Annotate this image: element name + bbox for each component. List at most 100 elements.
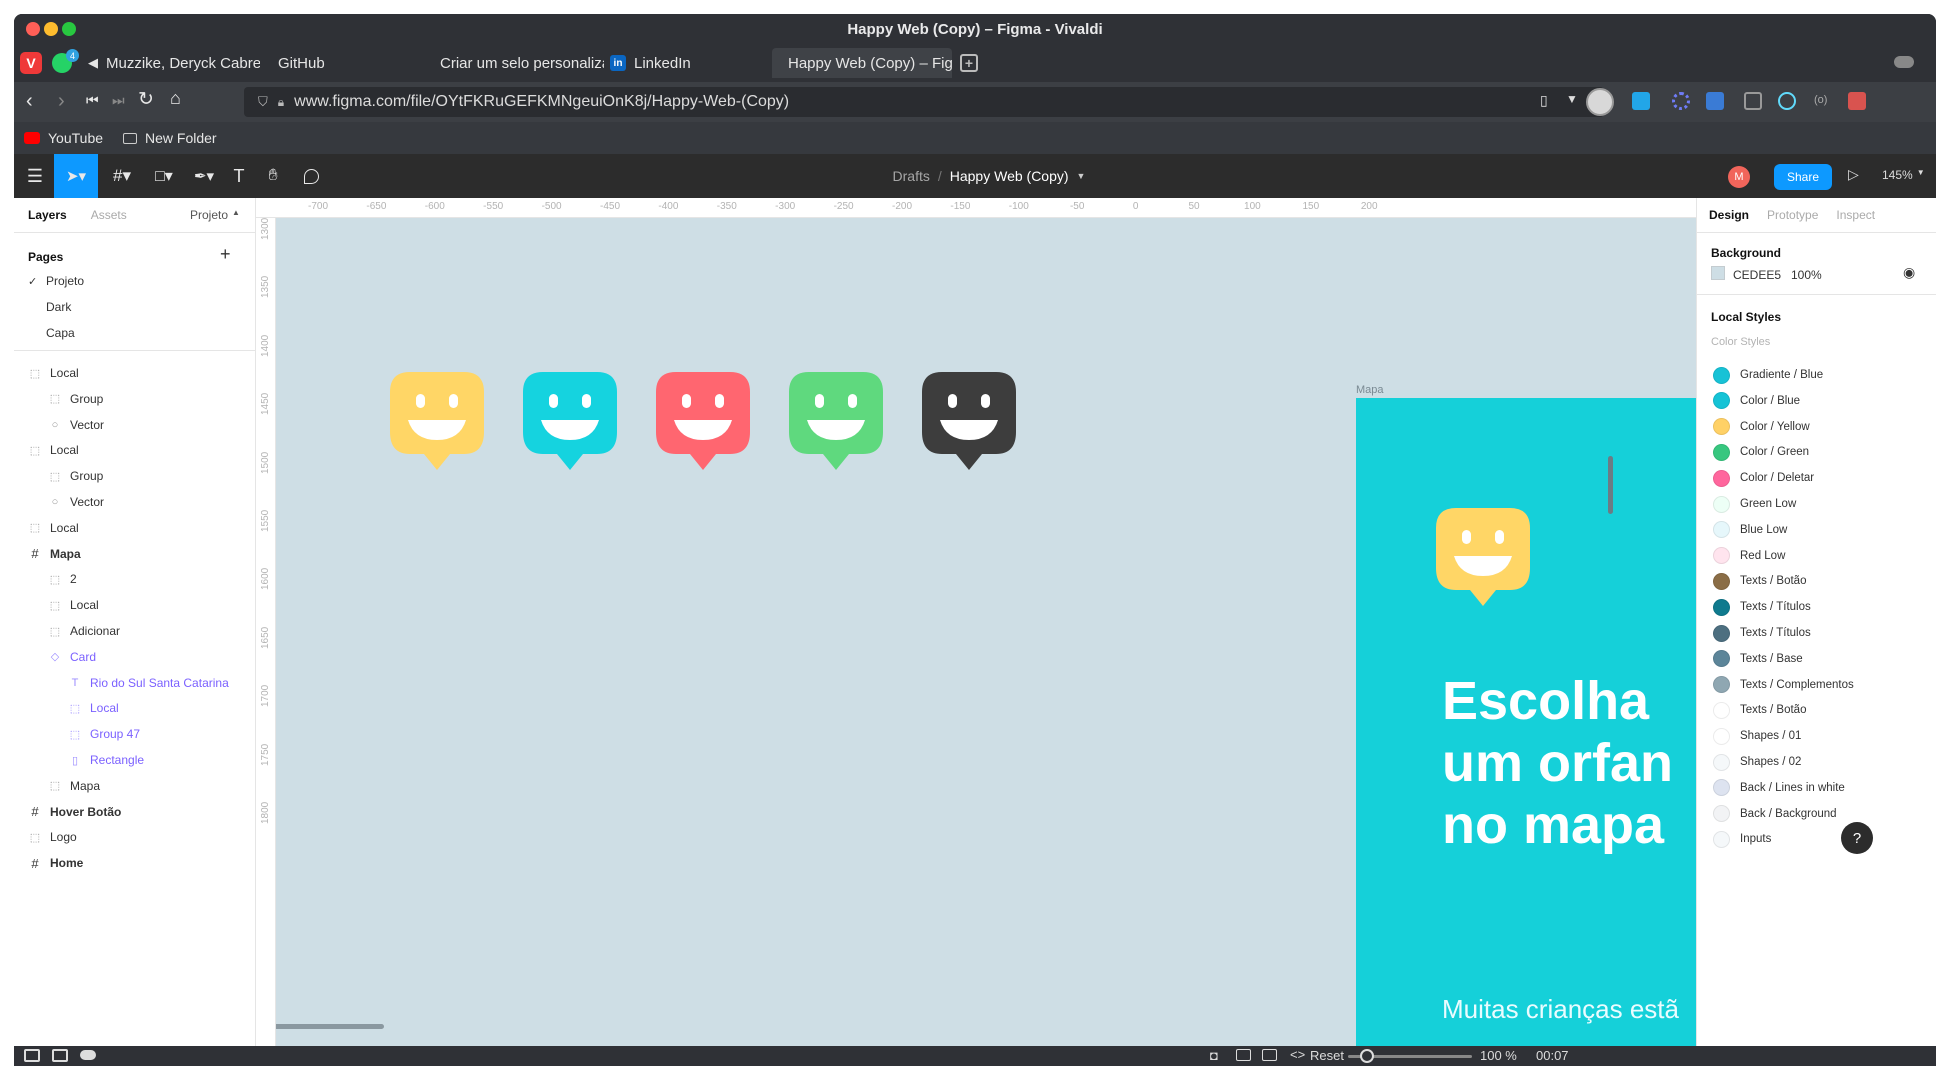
chevron-down-icon[interactable]: ▼ (1077, 171, 1086, 181)
window-icon[interactable] (1236, 1049, 1251, 1061)
bookmark-icon[interactable]: ▯ (1540, 92, 1548, 109)
dropdown-icon[interactable]: ▼ (1566, 92, 1578, 106)
move-tool-button[interactable]: ➤▾ (54, 154, 98, 198)
hand-tool-button[interactable]: ✋︎ (260, 154, 286, 198)
minimize-window-button[interactable] (44, 22, 58, 36)
page-item[interactable]: Capa (14, 320, 256, 346)
layer-row[interactable]: ⬚ 2 (14, 566, 256, 592)
tab-design[interactable]: Design (1709, 208, 1749, 222)
cloud-icon[interactable] (80, 1050, 96, 1060)
smiley-marker-blue[interactable] (523, 372, 617, 476)
layer-row[interactable]: # Mapa (14, 541, 256, 567)
help-button[interactable]: ? (1841, 822, 1873, 854)
image-icon[interactable] (1262, 1049, 1277, 1061)
canvas-vertical-scrollbar[interactable] (1608, 456, 1613, 514)
color-style-item[interactable]: Color / Blue (1713, 390, 1800, 412)
layer-row[interactable]: ○ Vector (14, 412, 256, 438)
smiley-marker-green[interactable] (789, 372, 883, 476)
layer-row[interactable]: ⬚ Group 47 (14, 721, 256, 747)
layer-row[interactable]: ⬚ Adicionar (14, 618, 256, 644)
pen-tool-button[interactable]: ✒▾ (186, 154, 222, 198)
user-avatar[interactable]: M (1728, 166, 1750, 188)
profile-avatar[interactable] (1586, 88, 1614, 116)
color-style-item[interactable]: Red Low (1713, 545, 1785, 567)
layer-row[interactable]: ⬚ Group (14, 463, 256, 489)
zoom-slider-handle[interactable] (1360, 1049, 1374, 1063)
forward-button[interactable]: › (58, 90, 65, 113)
tab-layers[interactable]: Layers (28, 208, 67, 222)
close-window-button[interactable] (26, 22, 40, 36)
layer-row[interactable]: ⬚ Mapa (14, 773, 256, 799)
shape-tool-button[interactable]: □▾ (146, 154, 182, 198)
color-style-item[interactable]: Gradiente / Blue (1713, 364, 1823, 386)
share-button[interactable]: Share (1774, 164, 1832, 190)
color-style-item[interactable]: Texts / Títulos (1713, 596, 1811, 618)
layer-row[interactable]: ⬚ Local (14, 592, 256, 618)
layer-row[interactable]: ⬚ Logo (14, 824, 256, 850)
back-button[interactable]: ‹ (26, 90, 33, 113)
page-dropdown[interactable]: Projeto ▲ (190, 208, 240, 222)
background-hex-input[interactable]: CEDEE5 (1733, 268, 1781, 282)
bookmark-youtube[interactable]: YouTube (24, 130, 103, 146)
mapa-frame[interactable]: Escolha um orfan no mapa Muitas crianças… (1356, 398, 1696, 1046)
tab-criar-selo[interactable]: Criar um selo personalizad (424, 48, 604, 78)
page-item[interactable]: ✓ Projeto (14, 268, 256, 294)
zoom-slider[interactable] (1348, 1049, 1472, 1063)
add-page-button[interactable]: + (220, 244, 231, 265)
file-name[interactable]: Happy Web (Copy) (950, 168, 1069, 184)
layer-row[interactable]: ○ Vector (14, 489, 256, 515)
zoom-dropdown[interactable]: 145% ▼ (1882, 168, 1925, 182)
color-style-item[interactable]: Texts / Base (1713, 648, 1803, 670)
tab-assets[interactable]: Assets (91, 208, 127, 222)
text-tool-button[interactable]: T (226, 154, 252, 198)
layer-row[interactable]: ⬚ Group (14, 386, 256, 412)
gear-extension-icon[interactable] (1672, 92, 1690, 110)
new-tab-button[interactable]: + (960, 54, 978, 72)
background-opacity-input[interactable]: 100% (1791, 268, 1822, 282)
tab-inspect[interactable]: Inspect (1836, 208, 1875, 222)
color-style-item[interactable]: Color / Deletar (1713, 467, 1814, 489)
color-style-item[interactable]: Texts / Botão (1713, 570, 1806, 592)
layer-row[interactable]: T Rio do Sul Santa Catarina (14, 670, 256, 696)
color-style-item[interactable]: Shapes / 02 (1713, 751, 1801, 773)
layer-row[interactable]: # Home (14, 850, 256, 876)
present-button[interactable]: ▷ (1848, 166, 1859, 183)
code-extension-icon[interactable]: (o) (1814, 94, 1827, 106)
color-style-item[interactable]: Back / Lines in white (1713, 777, 1845, 799)
reset-zoom-button[interactable]: Reset (1310, 1048, 1344, 1063)
layer-row[interactable]: ⬚ Local (14, 515, 256, 541)
outlook-extension-icon[interactable] (1706, 92, 1724, 110)
color-style-item[interactable]: Texts / Botão (1713, 699, 1806, 721)
fast-forward-button[interactable]: ⏭ (112, 92, 125, 109)
maximize-window-button[interactable] (62, 22, 76, 36)
color-style-item[interactable]: Blue Low (1713, 519, 1787, 541)
color-style-item[interactable]: Green Low (1713, 493, 1796, 515)
tile-icon[interactable] (52, 1049, 68, 1062)
tab-muzzike[interactable]: ◀ Muzzike, Deryck Cabrera " (80, 48, 260, 78)
eye-icon[interactable]: ◉ (1903, 264, 1915, 281)
cloud-sync-icon[interactable] (1894, 56, 1914, 68)
translate-extension-icon[interactable] (1632, 92, 1650, 110)
layer-row[interactable]: ⬚ Local (14, 437, 256, 463)
tab-linkedin[interactable]: in LinkedIn (602, 48, 772, 78)
color-style-item[interactable]: Texts / Títulos (1713, 622, 1811, 644)
smiley-marker-yellow[interactable] (390, 372, 484, 476)
main-menu-button[interactable]: ☰ (22, 154, 48, 198)
frame-label[interactable]: Mapa (1356, 384, 1384, 396)
smiley-marker-dark[interactable] (922, 372, 1016, 476)
camera-icon[interactable]: ◘ (1210, 1048, 1218, 1063)
tab-github[interactable]: GitHub (270, 48, 420, 78)
color-style-item[interactable]: Shapes / 01 (1713, 725, 1801, 747)
layer-row[interactable]: ⬚ Local (14, 360, 256, 386)
panel-toggle-icon[interactable] (24, 1049, 40, 1062)
breadcrumb-drafts[interactable]: Drafts (893, 168, 930, 184)
layer-row[interactable]: # Hover Botão (14, 799, 256, 825)
react-extension-icon[interactable] (1778, 92, 1796, 110)
bookmark-new-folder[interactable]: New Folder (123, 130, 217, 146)
tab-prototype[interactable]: Prototype (1767, 208, 1818, 222)
layer-row[interactable]: ▯ Rectangle (14, 747, 256, 773)
frame-tool-button[interactable]: #▾ (104, 154, 140, 198)
c-extension-icon[interactable] (1744, 92, 1762, 110)
color-style-item[interactable]: Color / Yellow (1713, 416, 1810, 438)
color-style-item[interactable]: Inputs (1713, 828, 1771, 850)
